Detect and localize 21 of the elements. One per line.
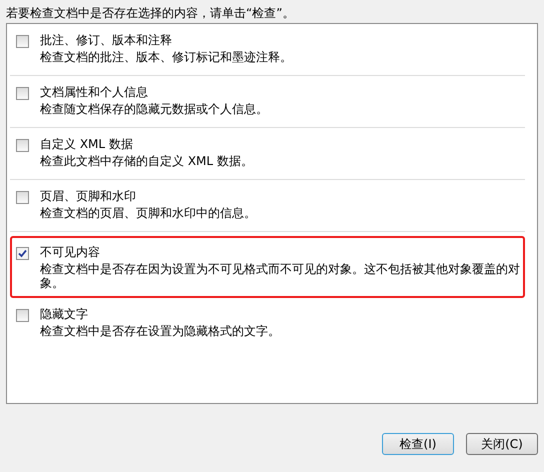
option-title: 页眉、页脚和水印 xyxy=(40,188,137,205)
close-button[interactable]: 关闭(C) xyxy=(466,433,538,455)
option-description: 检查此文档中存储的自定义 XML 数据。 xyxy=(40,154,254,168)
option-description: 检查文档中是否存在设置为隐藏格式的文字。 xyxy=(40,324,281,338)
option-description: 检查随文档保存的隐藏元数据或个人信息。 xyxy=(40,102,269,116)
option-title: 自定义 XML 数据 xyxy=(40,136,134,153)
option-title: 隐藏文字 xyxy=(40,306,89,323)
instruction-text: 若要检查文档中是否存在选择的内容，请单击“检查”。 xyxy=(6,5,296,22)
checkbox[interactable] xyxy=(16,191,29,204)
checkbox[interactable] xyxy=(16,87,29,100)
option-title: 不可见内容 xyxy=(40,244,101,261)
option-title: 批注、修订、版本和注释 xyxy=(40,32,173,49)
option-description: 检查文档的批注、版本、修订标记和墨迹注释。 xyxy=(40,50,293,64)
inspect-button[interactable]: 检查(I) xyxy=(382,433,454,455)
option-description: 检查文档的页眉、页脚和水印中的信息。 xyxy=(40,206,257,220)
checkbox[interactable] xyxy=(16,139,29,152)
option-title: 文档属性和个人信息 xyxy=(40,84,149,101)
option-description: 检查文档中是否存在因为设置为不可见格式而不可见的对象。这不包括被其他对象覆盖的对象。 xyxy=(40,262,521,290)
checkbox[interactable] xyxy=(16,247,29,260)
checkbox[interactable] xyxy=(16,35,29,48)
checkbox[interactable] xyxy=(16,309,29,322)
